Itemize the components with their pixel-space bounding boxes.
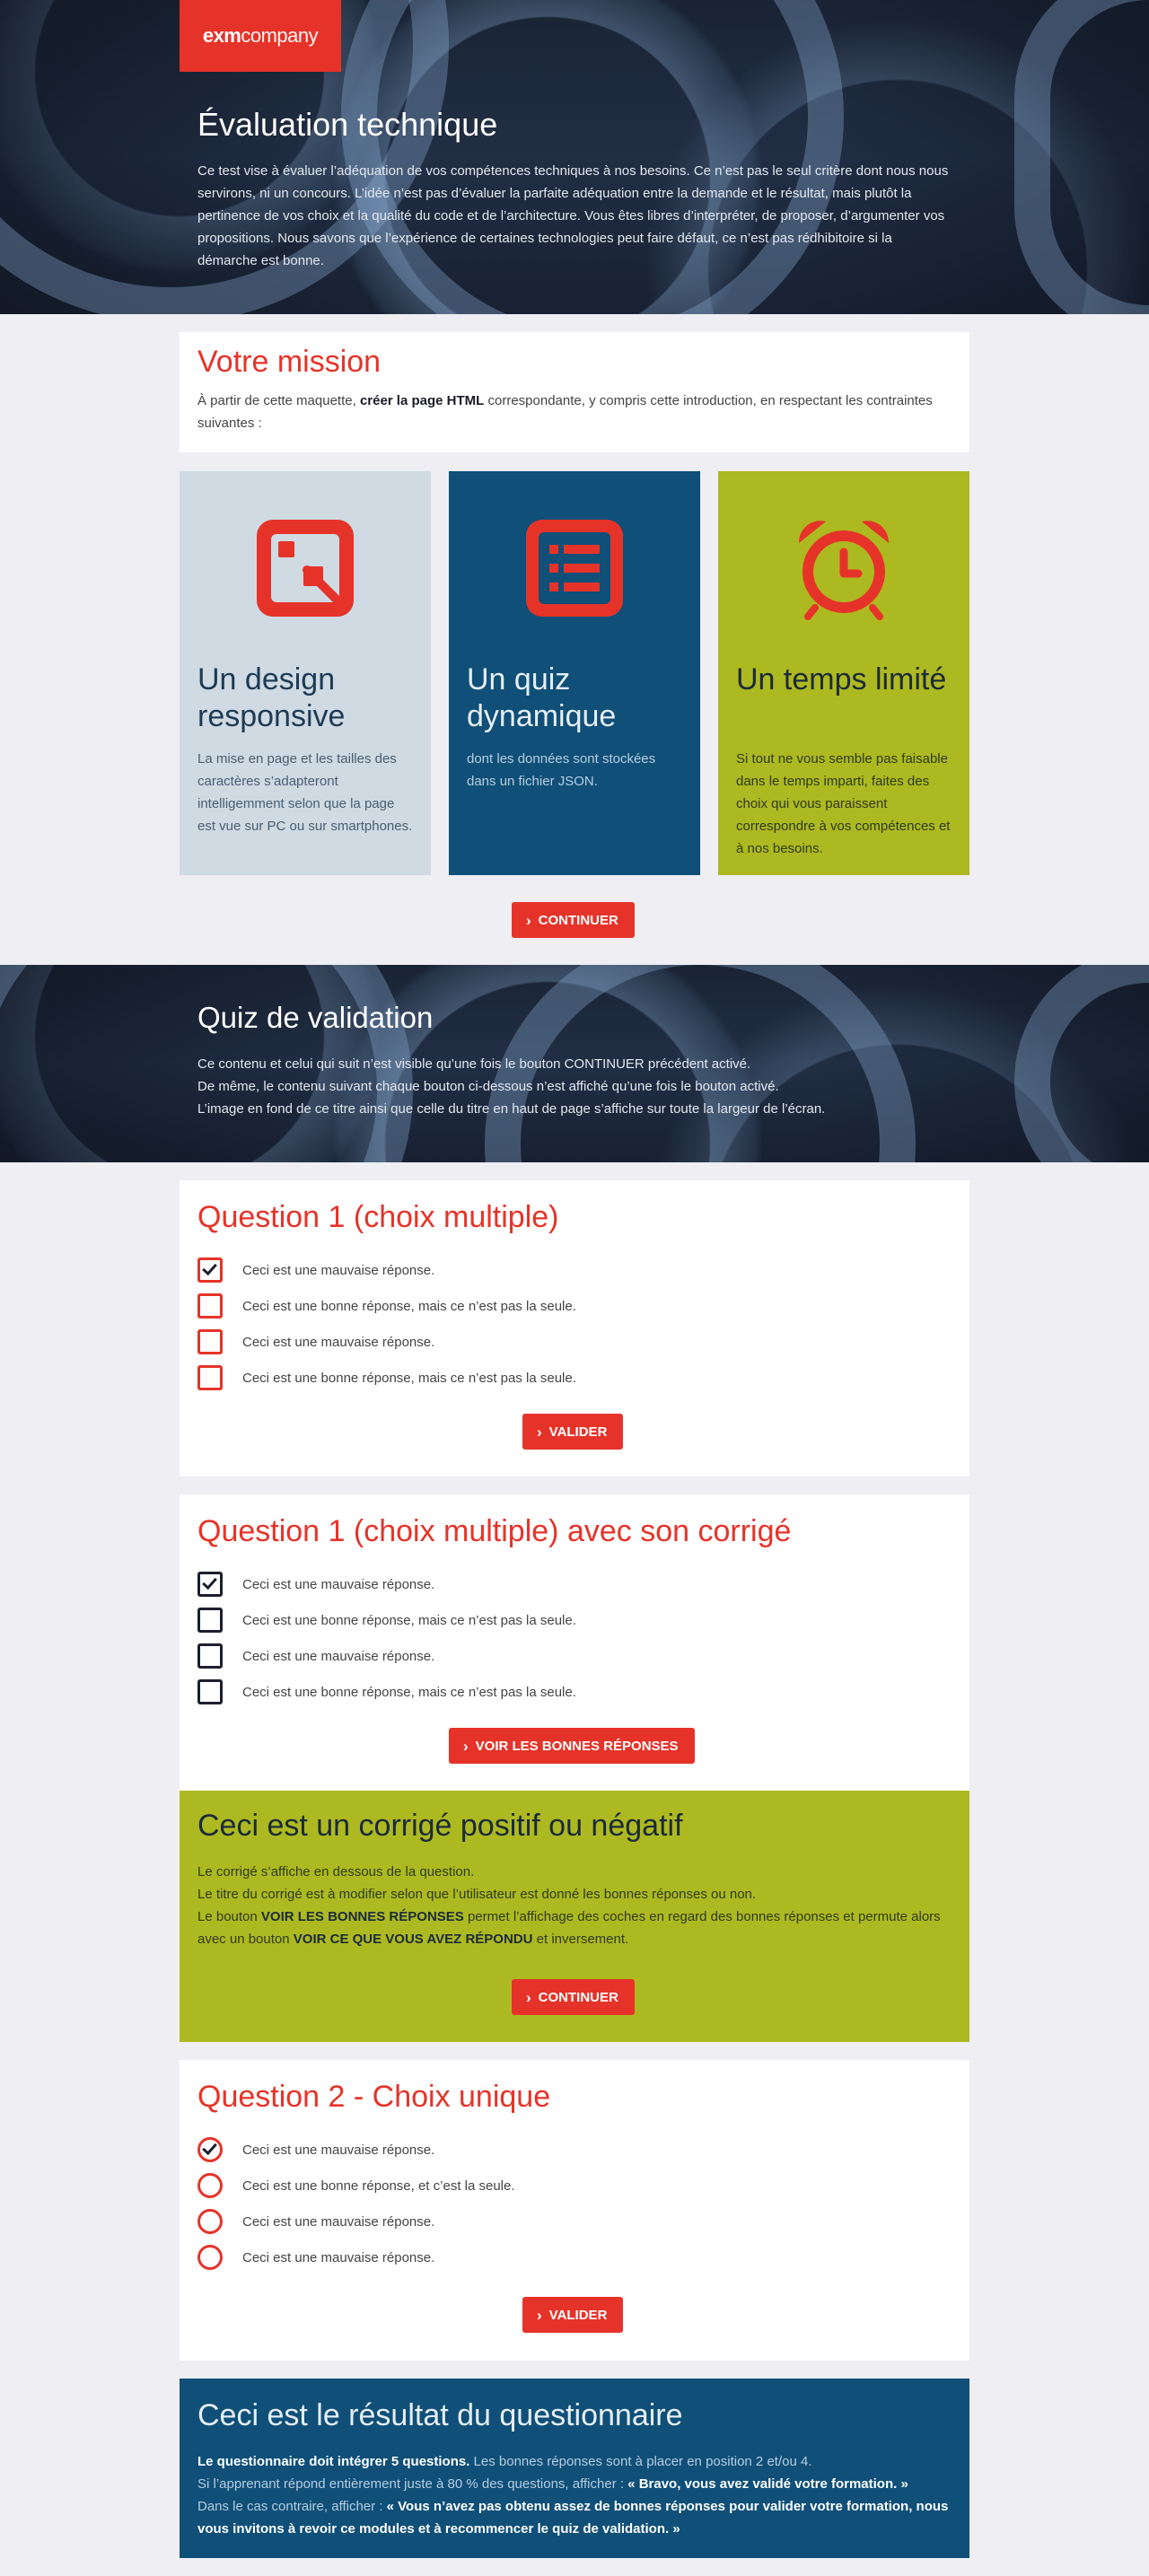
radio[interactable] [197, 2245, 223, 2270]
chevron-right-icon: › [526, 911, 531, 929]
checkbox[interactable] [197, 1572, 223, 1597]
quiz-title: Quiz de validation [197, 1001, 434, 1034]
checkbox[interactable] [197, 1679, 223, 1704]
correction-panel: Ceci est un corrigé positif ou négatif L… [180, 1791, 969, 2042]
mission-card: Votre mission À partir de cette maquette… [180, 332, 969, 452]
answer-option[interactable]: Ceci est une mauvaise réponse. [197, 2244, 434, 2271]
validate-button[interactable]: › VALIDER [522, 2297, 624, 2333]
intro-text: Ce test vise à évaluer l’adéquation de v… [197, 163, 949, 268]
question-2-card: Question 2 - Choix unique Ceci est une m… [180, 2060, 969, 2361]
answer-option[interactable]: Ceci est une bonne réponse, mais ce n’es… [197, 1292, 576, 1319]
validate-button[interactable]: › VALIDER [522, 1414, 624, 1450]
alarm-clock-icon [790, 514, 898, 622]
feature-title: Un design responsive [197, 662, 346, 733]
answer-option[interactable]: Ceci est une bonne réponse, mais ce n’es… [197, 1607, 576, 1634]
radio[interactable] [197, 2173, 223, 2198]
check-icon [202, 1259, 217, 1276]
continue-button[interactable]: › CONTINUER [512, 902, 635, 938]
feature-responsive: Un design responsive La mise en page et … [180, 471, 431, 875]
feature-title: Un temps limité [736, 662, 947, 697]
check-icon [202, 2139, 217, 2156]
page-title: Évaluation technique [197, 106, 498, 143]
checkbox[interactable] [197, 1608, 223, 1633]
answer-option[interactable]: Ceci est une bonne réponse, mais ce n’es… [197, 1678, 576, 1705]
feature-text: dont les données sont stockées dans un f… [467, 751, 656, 789]
check-icon [202, 1573, 217, 1590]
radio[interactable] [197, 2209, 223, 2234]
answer-option[interactable]: Ceci est une bonne réponse, mais ce n’es… [197, 1364, 576, 1391]
checkbox[interactable] [197, 1329, 223, 1354]
quiz-intro: Ce contenu et celui qui suit n’est visib… [197, 1056, 826, 1117]
continue-button[interactable]: › CONTINUER [512, 1979, 635, 2015]
correction-title: Ceci est un corrigé positif ou négatif [197, 1809, 683, 1843]
answer-option[interactable]: Ceci est une mauvaise réponse. [197, 1571, 434, 1598]
feature-text: La mise en page et les tailles des carac… [197, 751, 413, 834]
question-1-corrected-card: Question 1 (choix multiple) avec son cor… [180, 1494, 969, 1791]
radio[interactable] [197, 2137, 223, 2162]
responsive-icon [251, 514, 359, 622]
hero-header: exm company Évaluation technique Ce test … [0, 0, 1149, 314]
question-title: Question 1 (choix multiple) [197, 1200, 559, 1234]
question-title: Question 2 - Choix unique [197, 2080, 551, 2114]
result-title: Ceci est le résultat du questionnaire [197, 2398, 683, 2432]
question-title: Question 1 (choix multiple) avec son cor… [197, 1514, 792, 1548]
feature-text: Si tout ne vous semble pas faisable dans… [736, 751, 951, 856]
company-logo[interactable]: exm company [180, 0, 341, 72]
answer-option[interactable]: Ceci est une mauvaise réponse. [197, 2208, 434, 2235]
question-1-card: Question 1 (choix multiple) Ceci est une… [180, 1180, 969, 1476]
chevron-right-icon: › [463, 1737, 469, 1755]
answer-option[interactable]: Ceci est une mauvaise réponse. [197, 1643, 434, 1669]
chevron-right-icon: › [526, 1988, 531, 2006]
mission-title: Votre mission [197, 345, 382, 379]
checkbox[interactable] [197, 1293, 223, 1319]
answer-option[interactable]: Ceci est une mauvaise réponse. [197, 1328, 434, 1355]
feature-time: Un temps limité Si tout ne vous semble p… [718, 471, 969, 875]
checkbox[interactable] [197, 1365, 223, 1390]
feature-title: Un quiz dynamique [467, 662, 617, 733]
result-panel: Ceci est le résultat du questionnaire Le… [180, 2379, 969, 2558]
list-icon [521, 514, 628, 622]
quiz-hero: Quiz de validation Ce contenu et celui q… [0, 965, 1149, 1162]
chevron-right-icon: › [537, 2306, 542, 2324]
result-text: Le questionnaire doit intégrer 5 questio… [197, 2454, 949, 2537]
mission-text: À partir de cette maquette, créer la pag… [197, 393, 933, 431]
answer-option[interactable]: Ceci est une mauvaise réponse. [197, 1257, 434, 1284]
feature-quiz: Un quiz dynamique dont les données sont … [449, 471, 700, 875]
checkbox[interactable] [197, 1643, 223, 1669]
answer-option[interactable]: Ceci est une bonne réponse, et c’est la … [197, 2172, 515, 2199]
correction-text: Le corrigé s’affiche en dessous de la qu… [197, 1864, 941, 1947]
checkbox[interactable] [197, 1257, 223, 1283]
chevron-right-icon: › [537, 1423, 542, 1441]
answer-option[interactable]: Ceci est une mauvaise réponse. [197, 2136, 434, 2163]
show-answers-button[interactable]: › VOIR LES BONNES RÉPONSES [449, 1728, 695, 1764]
